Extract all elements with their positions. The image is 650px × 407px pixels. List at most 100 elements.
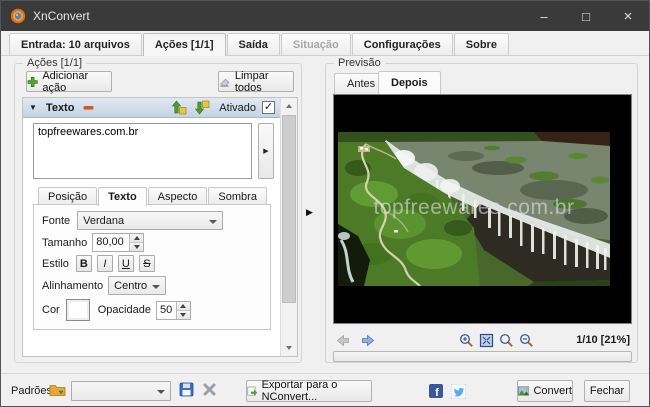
color-label: Cor	[42, 304, 60, 316]
collapse-icon[interactable]: ▼	[29, 103, 37, 112]
remove-action-icon[interactable]	[83, 105, 94, 111]
scroll-up-icon[interactable]	[281, 98, 297, 114]
twitter-button[interactable]	[450, 383, 466, 399]
font-select[interactable]: Verdana	[77, 211, 224, 230]
align-select[interactable]: Centro	[108, 276, 167, 295]
tab-sobre[interactable]: Sobre	[453, 33, 509, 55]
tab-sombra[interactable]: Sombra	[208, 187, 267, 205]
watermark-overlay: topfreewares.com.br	[373, 195, 575, 219]
dropdown-arrow-icon	[152, 284, 161, 289]
fit-window-icon	[479, 333, 493, 347]
tab-situacao: Situação	[280, 33, 351, 55]
tab-saida[interactable]: Saída	[226, 33, 280, 55]
splitter-expand-icon[interactable]: ▶	[306, 207, 313, 218]
add-action-label: Adicionar ação	[42, 69, 89, 94]
opacity-up-icon[interactable]	[176, 301, 190, 311]
italic-button[interactable]: I	[96, 255, 113, 272]
delete-preset-button[interactable]	[202, 382, 217, 400]
action-item-header[interactable]: ▼ Texto Ativado ✓	[23, 98, 280, 118]
tab-aspecto[interactable]: Aspecto	[147, 187, 208, 205]
floppy-icon	[179, 382, 194, 397]
watermark-text-input[interactable]: topfreewares.com.br	[33, 123, 252, 179]
enabled-label: Ativado	[219, 101, 256, 114]
color-swatch[interactable]	[65, 299, 90, 321]
size-stepper[interactable]: 80,00	[92, 233, 145, 252]
tab-acoes[interactable]: Ações [1/1]	[142, 33, 226, 56]
close-button[interactable]: ×	[607, 1, 649, 31]
vertical-scrollbar[interactable]	[280, 98, 297, 356]
size-value: 80,00	[96, 236, 124, 248]
convert-label: Convert	[533, 385, 572, 397]
add-plus-icon	[27, 76, 38, 87]
fechar-label: Fechar	[589, 385, 625, 397]
presets-select[interactable]	[71, 381, 171, 401]
preview-group: Previsão Antes Depois topfreewares.com.b…	[325, 57, 638, 363]
enabled-checkbox[interactable]: ✓	[262, 101, 275, 114]
fechar-button[interactable]: Fechar	[584, 380, 630, 402]
convert-button[interactable]: Convert	[517, 380, 573, 402]
waterfall-photo: topfreewares.com.br	[338, 132, 610, 286]
action-list: ▼ Texto Ativado ✓ topfreewares.com.br ▶ …	[22, 97, 298, 357]
font-value: Verdana	[83, 214, 125, 227]
bold-button[interactable]: B	[75, 255, 92, 272]
twitter-icon	[450, 383, 466, 399]
export-icon	[247, 386, 258, 396]
arrow-right-icon	[362, 334, 375, 346]
page-indicator: 1/10 [21%]	[576, 334, 630, 346]
add-action-button[interactable]: Adicionar ação	[26, 69, 112, 94]
zoom-out-icon	[519, 333, 533, 347]
xnconvert-window: XnConvert – □ × Entrada: 10 arquivos Açõ…	[0, 0, 650, 407]
maximize-button[interactable]: □	[565, 1, 607, 31]
dropdown-arrow-icon	[209, 219, 218, 224]
save-preset-button[interactable]	[179, 382, 194, 400]
tab-posicao[interactable]: Posição	[38, 187, 98, 205]
zoom-in-button[interactable]	[456, 332, 476, 348]
zoom-out-button[interactable]	[516, 332, 536, 348]
export-nconvert-button[interactable]: Exportar para o NConvert...	[246, 379, 372, 403]
tab-depois[interactable]: Depois	[378, 71, 441, 94]
window-titlebar: XnConvert – □ ×	[1, 1, 649, 31]
minimize-button[interactable]: –	[523, 1, 565, 31]
preview-group-title: Previsão	[334, 57, 385, 69]
move-up-icon[interactable]	[172, 100, 187, 115]
magnifier-icon	[499, 333, 513, 347]
zoom-custom-button[interactable]	[496, 332, 516, 348]
scroll-thumb[interactable]	[282, 115, 296, 303]
next-image-button[interactable]	[358, 332, 378, 348]
clear-all-label: Limpar todos	[234, 69, 269, 94]
opacity-down-icon[interactable]	[176, 310, 190, 319]
folder-icon	[49, 385, 66, 396]
tab-entrada[interactable]: Entrada: 10 arquivos	[9, 33, 142, 55]
size-label: Tamanho	[42, 236, 88, 249]
presets-folder-button[interactable]	[49, 382, 66, 400]
eraser-icon	[220, 78, 230, 87]
opacity-value: 50	[159, 303, 173, 316]
export-nconvert-label: Exportar para o NConvert...	[261, 379, 338, 403]
facebook-icon: f	[429, 384, 443, 398]
actions-group-title: Ações [1/1]	[23, 57, 87, 69]
opacity-stepper[interactable]: 50	[155, 300, 191, 320]
align-value: Centro	[114, 279, 148, 292]
scroll-down-icon[interactable]	[281, 340, 297, 356]
size-down-icon[interactable]	[130, 243, 144, 251]
expand-text-button[interactable]: ▶	[258, 123, 274, 179]
strikethrough-button[interactable]: S	[138, 255, 155, 272]
underline-button[interactable]: U	[117, 255, 134, 272]
action-subtabs: Posição Texto Aspecto Sombra	[38, 186, 268, 206]
tab-configuracoes[interactable]: Configurações	[351, 33, 453, 55]
delete-x-icon	[203, 383, 216, 396]
preview-image-frame: topfreewares.com.br	[333, 94, 632, 324]
fit-window-button[interactable]	[476, 332, 496, 348]
size-up-icon[interactable]	[130, 234, 144, 243]
facebook-button[interactable]: f	[428, 383, 444, 399]
zoom-in-icon	[459, 333, 473, 347]
preview-toolbar: 1/10 [21%]	[333, 331, 630, 349]
actions-group: Ações [1/1] Adicionar ação Limpar todos …	[14, 57, 302, 363]
window-title: XnConvert	[33, 9, 90, 23]
tab-texto[interactable]: Texto	[98, 187, 147, 206]
convert-icon	[518, 386, 530, 396]
move-down-icon[interactable]	[195, 100, 210, 115]
main-tab-bar: Entrada: 10 arquivos Ações [1/1] Saída S…	[1, 33, 649, 56]
progress-bar	[333, 351, 632, 362]
clear-all-button[interactable]: Limpar todos	[218, 69, 294, 94]
